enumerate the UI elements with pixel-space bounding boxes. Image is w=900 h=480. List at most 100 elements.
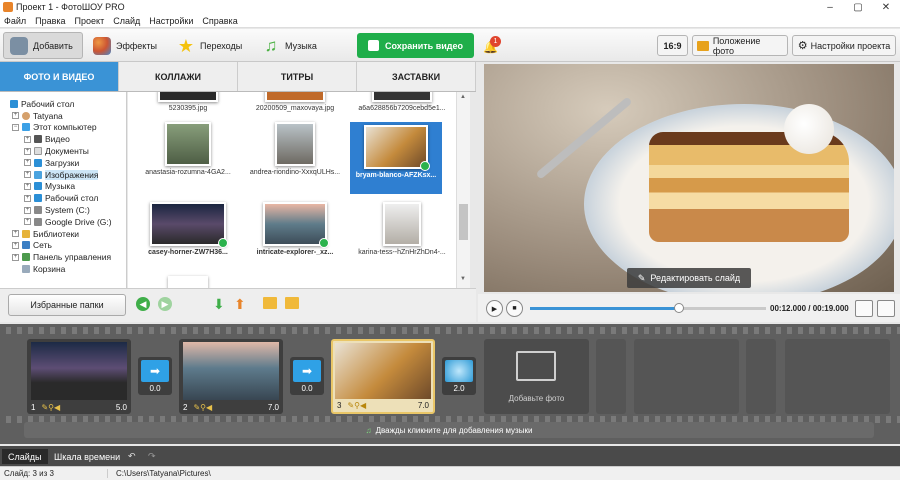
fullscreen-icon[interactable] bbox=[877, 300, 895, 317]
seek-handle[interactable] bbox=[673, 303, 684, 313]
maximize-icon[interactable]: ▢ bbox=[844, 0, 872, 14]
tab-intros[interactable]: ЗАСТАВКИ bbox=[357, 62, 476, 91]
transition-1[interactable]: ➡ 0.0 bbox=[138, 357, 172, 395]
file-thumb[interactable]: andrea-riondino-XxxqULHs... bbox=[243, 122, 347, 176]
drive-icon bbox=[34, 217, 42, 226]
tab-transitions[interactable]: ★ Переходы bbox=[170, 32, 250, 59]
tree-item-pictures[interactable]: + Изображения bbox=[0, 169, 126, 181]
slide-tools-icon[interactable]: ✎⚲◀ bbox=[193, 403, 212, 412]
expand-icon[interactable]: + bbox=[24, 182, 31, 190]
folder-up-icon[interactable]: ⬆ bbox=[234, 296, 246, 313]
save-video-button[interactable]: Сохранить видео bbox=[357, 33, 474, 58]
slide-2[interactable]: 2 ✎⚲◀ 7.0 bbox=[179, 339, 283, 414]
expand-icon[interactable]: + bbox=[24, 218, 31, 226]
tree-item-drive-g[interactable]: + Google Drive (G:) bbox=[0, 216, 126, 228]
slide-1[interactable]: 1 ✎⚲◀ 5.0 bbox=[27, 339, 131, 414]
tree-item-desktop-2[interactable]: + Рабочий стол bbox=[0, 192, 126, 204]
tab-slides[interactable]: Слайды bbox=[2, 449, 48, 464]
tree-item-documents[interactable]: + Документы bbox=[0, 145, 126, 157]
transition-3[interactable]: 2.0 bbox=[442, 357, 476, 395]
undo-icon[interactable]: ↶ bbox=[122, 449, 142, 464]
file-thumb[interactable]: anastasia-rozumna-4GA2... bbox=[136, 122, 240, 176]
menu-project[interactable]: Проект bbox=[75, 16, 105, 26]
menu-help[interactable]: Справка bbox=[202, 16, 237, 26]
play-button[interactable]: ▶ bbox=[486, 300, 503, 317]
transition-2[interactable]: ➡ 0.0 bbox=[290, 357, 324, 395]
menu-edit[interactable]: Правка bbox=[35, 16, 65, 26]
expand-icon[interactable]: + bbox=[24, 171, 31, 179]
folder-open-icon[interactable] bbox=[263, 297, 277, 309]
file-thumb[interactable]: 5230395.jpg bbox=[136, 92, 240, 126]
tab-titles[interactable]: ТИТРЫ bbox=[238, 62, 357, 91]
file-thumb[interactable]: casey-horner-ZW7H36... bbox=[136, 202, 240, 256]
expand-icon[interactable]: + bbox=[24, 135, 31, 143]
close-icon[interactable]: ✕ bbox=[872, 0, 900, 14]
project-settings-button[interactable]: ⚙ Настройки проекта bbox=[792, 35, 896, 56]
file-grid-scrollbar[interactable]: ▲ ▼ bbox=[456, 92, 470, 288]
minimize-icon[interactable]: – bbox=[816, 0, 844, 14]
tree-item-desktop[interactable]: Рабочий стол bbox=[0, 98, 126, 110]
tree-item-drive-c[interactable]: + System (C:) bbox=[0, 204, 126, 216]
tree-item-recycle-bin[interactable]: Корзина bbox=[0, 263, 126, 275]
expand-icon[interactable]: + bbox=[24, 194, 31, 202]
file-name: casey-horner-ZW7H36... bbox=[148, 249, 228, 256]
add-photo-placeholder[interactable]: Добавьте фото bbox=[484, 339, 589, 414]
check-icon bbox=[420, 161, 430, 171]
tree-item-this-pc[interactable]: − Этот компьютер bbox=[0, 122, 126, 134]
music-track-hint[interactable]: ♫ Дважды кликните для добавления музыки bbox=[24, 422, 874, 438]
tab-timeline[interactable]: Шкала времени bbox=[48, 449, 126, 464]
project-settings-label: Настройки проекта bbox=[810, 40, 891, 51]
redo-icon[interactable]: ↷ bbox=[142, 449, 162, 464]
expand-icon[interactable]: + bbox=[12, 230, 19, 238]
collapse-icon[interactable]: − bbox=[12, 123, 19, 131]
tab-collages[interactable]: КОЛЛАЖИ bbox=[119, 62, 238, 91]
file-name: karina-tess--hZnHrZhDn4-... bbox=[358, 249, 446, 256]
file-thumbnail[interactable] bbox=[168, 276, 208, 288]
stop-button[interactable]: ■ bbox=[506, 300, 523, 317]
tab-effects[interactable]: Эффекты bbox=[86, 32, 166, 59]
tree-item-music[interactable]: + Музыка bbox=[0, 181, 126, 193]
file-name: 5230395.jpg bbox=[168, 105, 208, 112]
menu-bar: Файл Правка Проект Слайд Настройки Справ… bbox=[0, 14, 900, 28]
expand-icon[interactable]: + bbox=[24, 159, 31, 167]
tree-item-network[interactable]: + Сеть bbox=[0, 240, 126, 252]
photo-position-button[interactable]: Положение фото bbox=[692, 35, 788, 56]
favorite-folders-button[interactable]: Избранные папки bbox=[8, 294, 126, 316]
folder-new-icon[interactable] bbox=[285, 297, 299, 309]
snapshot-camera-icon[interactable] bbox=[855, 300, 873, 317]
menu-settings[interactable]: Настройки bbox=[149, 16, 193, 26]
tab-add[interactable]: Добавить bbox=[3, 32, 83, 59]
tree-item-user[interactable]: + Tatyana bbox=[0, 110, 126, 122]
expand-icon[interactable]: + bbox=[24, 147, 31, 155]
slide-tools-icon[interactable]: ✎⚲◀ bbox=[41, 403, 60, 412]
scroll-thumb[interactable] bbox=[459, 204, 468, 240]
add-down-icon[interactable]: ⬇ bbox=[213, 296, 225, 313]
aspect-ratio-button[interactable]: 16:9 bbox=[657, 35, 688, 56]
tree-item-libraries[interactable]: + Библиотеки bbox=[0, 228, 126, 240]
scroll-down-icon[interactable]: ▼ bbox=[460, 276, 466, 282]
file-thumb[interactable]: a6a628856b7209cebd5e1... bbox=[350, 92, 454, 126]
tree-item-video[interactable]: + Видео bbox=[0, 133, 126, 145]
file-thumb[interactable]: karina-tess--hZnHrZhDn4-... bbox=[350, 202, 454, 256]
file-thumb[interactable]: intricate-explorer-_xz... bbox=[243, 202, 347, 256]
video-folder-icon bbox=[34, 135, 42, 144]
menu-file[interactable]: Файл bbox=[4, 16, 26, 26]
slide-preview[interactable] bbox=[484, 64, 894, 292]
forward-icon[interactable]: ▶ bbox=[158, 297, 172, 311]
expand-icon[interactable]: + bbox=[12, 253, 19, 261]
slide-tools-icon[interactable]: ✎⚲◀ bbox=[347, 401, 366, 410]
tree-item-control-panel[interactable]: + Панель управления bbox=[0, 251, 126, 263]
tab-music[interactable]: ♫ Музыка bbox=[255, 32, 335, 59]
scroll-up-icon[interactable]: ▲ bbox=[460, 94, 466, 100]
back-icon[interactable]: ◀ bbox=[136, 297, 150, 311]
tree-item-downloads[interactable]: + Загрузки bbox=[0, 157, 126, 169]
expand-icon[interactable]: + bbox=[12, 241, 19, 249]
file-thumb[interactable]: 20200509_maxovaya.jpg bbox=[243, 92, 347, 126]
edit-slide-button[interactable]: ✎ Редактировать слайд bbox=[627, 268, 751, 288]
expand-icon[interactable]: + bbox=[12, 112, 19, 120]
slide-3[interactable]: 3 ✎⚲◀ 7.0 bbox=[331, 339, 435, 414]
tab-photo-video[interactable]: ФОТО И ВИДЕО bbox=[0, 62, 119, 91]
expand-icon[interactable]: + bbox=[24, 206, 31, 214]
menu-slide[interactable]: Слайд bbox=[113, 16, 140, 26]
file-thumb-selected[interactable]: bryam-blanco-AFZKsx... bbox=[344, 125, 448, 179]
